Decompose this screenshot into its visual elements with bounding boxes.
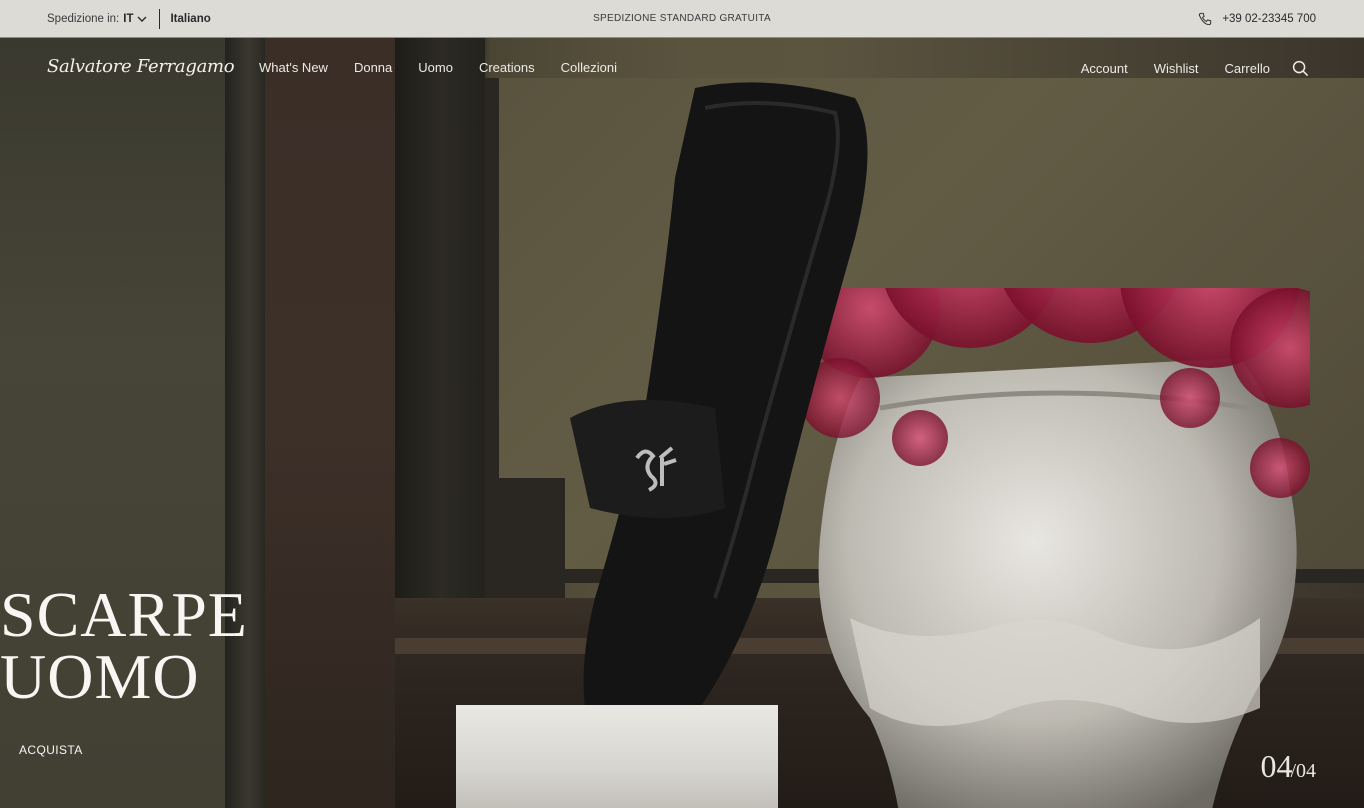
main-nav: Salvatore Ferragamo What's New Donna Uom… <box>0 38 1364 98</box>
cart-link[interactable]: Carrello <box>1224 61 1270 76</box>
nav-link-uomo[interactable]: Uomo <box>418 60 453 75</box>
promo-text: SPEDIZIONE STANDARD GRATUITA <box>593 13 771 24</box>
search-icon[interactable] <box>1292 60 1309 77</box>
nav-link-collezioni[interactable]: Collezioni <box>561 60 617 75</box>
headline-line-1: SCARPE <box>0 579 248 650</box>
wishlist-link[interactable]: Wishlist <box>1154 61 1199 76</box>
slide-pager: 04/04 <box>1260 748 1316 785</box>
phone-number[interactable]: +39 02-23345 700 <box>1222 13 1316 25</box>
wooden-door <box>265 38 395 808</box>
language-selector[interactable]: Italiano <box>170 13 210 25</box>
divider <box>159 9 161 29</box>
shipping-country-selector[interactable]: IT <box>123 13 133 25</box>
nav-link-whats-new[interactable]: What's New <box>259 60 328 75</box>
phone-icon <box>1199 12 1212 26</box>
headline-line-2: UOMO <box>0 641 200 712</box>
panel-notch <box>485 478 565 598</box>
nav-link-donna[interactable]: Donna <box>354 60 392 75</box>
loafer-shoe <box>570 82 868 737</box>
nav-link-creations[interactable]: Creations <box>479 60 535 75</box>
chevron-down-icon[interactable] <box>137 14 147 24</box>
door-jamb <box>395 38 485 638</box>
utility-bar: Spedizione in: IT Italiano SPEDIZIONE ST… <box>0 0 1364 38</box>
shipping-label: Spedizione in: <box>47 13 120 25</box>
pager-total: 04 <box>1296 760 1316 782</box>
brand-logo[interactable]: Salvatore Ferragamo <box>47 56 235 77</box>
account-link[interactable]: Account <box>1081 61 1128 76</box>
hero-headline: SCARPE UOMO <box>0 579 248 712</box>
pager-current: 04 <box>1260 748 1293 784</box>
stone-plinth <box>456 705 778 808</box>
shop-cta-link[interactable]: ACQUISTA <box>19 743 83 757</box>
